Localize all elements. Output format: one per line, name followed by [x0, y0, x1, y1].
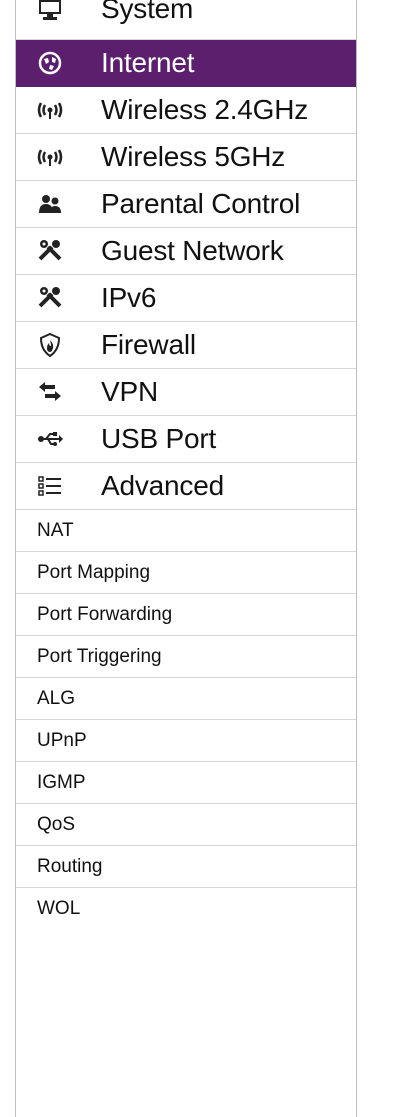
menu-item-firewall[interactable]: Firewall: [16, 322, 356, 369]
advanced-submenu: NAT Port Mapping Port Forwarding Port Tr…: [16, 510, 356, 930]
submenu-item-wol[interactable]: WOL: [16, 888, 356, 930]
menu-item-label: Wireless 5GHz: [101, 141, 286, 172]
menu-item-usb-port[interactable]: USB Port: [16, 416, 356, 463]
menu-item-system[interactable]: System: [16, 0, 356, 40]
menu-item-label: USB Port: [101, 423, 217, 454]
submenu-item-port-forwarding[interactable]: Port Forwarding: [16, 594, 356, 636]
shield-fire-icon: [37, 333, 63, 357]
menu-item-advanced[interactable]: Advanced: [16, 463, 356, 510]
submenu-item-routing[interactable]: Routing: [16, 846, 356, 888]
menu-item-vpn[interactable]: VPN: [16, 369, 356, 416]
menu-item-wireless-5[interactable]: Wireless 5GHz: [16, 134, 356, 181]
wifi-icon: [37, 98, 63, 122]
menu-item-label: Wireless 2.4GHz: [101, 94, 309, 125]
submenu-item-igmp[interactable]: IGMP: [16, 762, 356, 804]
exchange-icon: [37, 380, 63, 404]
submenu-item-label: Port Mapping: [37, 561, 151, 583]
menu-item-wireless-24[interactable]: Wireless 2.4GHz: [16, 87, 356, 134]
menu-item-label: Firewall: [101, 329, 196, 360]
submenu-item-label: IGMP: [37, 771, 86, 793]
submenu-item-port-triggering[interactable]: Port Triggering: [16, 636, 356, 678]
menu-item-label: Guest Network: [101, 235, 284, 266]
submenu-item-label: Port Triggering: [37, 645, 162, 667]
submenu-item-label: NAT: [37, 519, 74, 541]
globe-icon: [37, 51, 63, 75]
sidebar-menu: System Internet Wireless 2.4GHz Wireless…: [15, 0, 357, 1117]
menu-item-label: Advanced: [101, 470, 224, 501]
menu-item-label: VPN: [101, 376, 158, 407]
submenu-item-label: UPnP: [37, 729, 87, 751]
submenu-item-upnp[interactable]: UPnP: [16, 720, 356, 762]
usb-icon: [37, 427, 63, 451]
menu-item-ipv6[interactable]: IPv6: [16, 275, 356, 322]
monitor-icon: [37, 0, 63, 21]
menu-item-internet[interactable]: Internet: [16, 40, 356, 87]
menu-item-guest-network[interactable]: Guest Network: [16, 228, 356, 275]
submenu-item-label: ALG: [37, 687, 76, 709]
tools-icon: [37, 239, 63, 263]
users-icon: [37, 192, 63, 216]
submenu-item-qos[interactable]: QoS: [16, 804, 356, 846]
submenu-item-label: WOL: [37, 898, 81, 919]
menu-item-label: Parental Control: [101, 188, 301, 219]
tools-icon: [37, 286, 63, 310]
list-icon: [37, 474, 63, 498]
submenu-item-nat[interactable]: NAT: [16, 510, 356, 552]
menu-item-parental-control[interactable]: Parental Control: [16, 181, 356, 228]
submenu-item-alg[interactable]: ALG: [16, 678, 356, 720]
menu-item-label: Internet: [101, 47, 195, 78]
menu-item-label: IPv6: [101, 282, 157, 313]
menu-item-label: System: [101, 0, 194, 24]
submenu-item-label: Routing: [37, 855, 103, 877]
submenu-item-label: QoS: [37, 813, 76, 835]
submenu-item-label: Port Forwarding: [37, 603, 173, 625]
submenu-item-port-mapping[interactable]: Port Mapping: [16, 552, 356, 594]
wifi-icon: [37, 145, 63, 169]
